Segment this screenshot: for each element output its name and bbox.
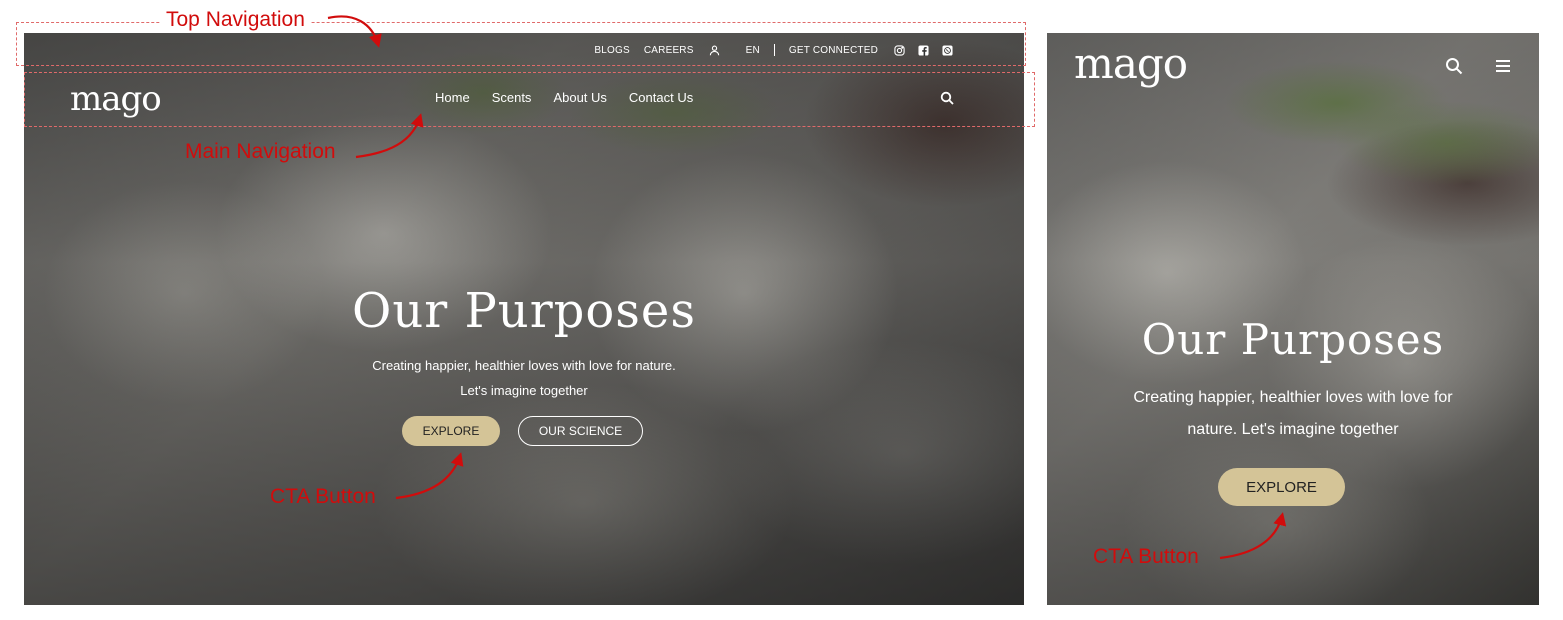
hamburger-menu-icon[interactable] [1495, 59, 1511, 73]
cta-button-label-mobile: CTA Button [1093, 545, 1199, 568]
cta-button-label-desktop: CTA Button [270, 485, 376, 508]
top-navigation-label: Top Navigation [160, 8, 311, 32]
hero-buttons: EXPLORE OUR SCIENCE [402, 416, 643, 446]
explore-button[interactable]: EXPLORE [1218, 468, 1345, 506]
brand-logo[interactable]: mago [1074, 39, 1188, 88]
explore-button[interactable]: EXPLORE [402, 416, 500, 446]
hero-section: Our Purposes Creating happier, healthier… [1047, 315, 1539, 446]
our-science-button[interactable]: OUR SCIENCE [518, 416, 643, 446]
hero-subtitle-line-1: Creating happier, healthier loves with l… [372, 358, 676, 373]
hero-section: Our Purposes Creating happier, healthier… [24, 283, 1024, 403]
hero-subtitle: Creating happier, healthier loves with l… [24, 353, 1024, 403]
main-navigation-outline [24, 72, 1035, 127]
hero-subtitle: Creating happier, healthier loves with l… [1133, 389, 1453, 438]
hero-title: Our Purposes [352, 283, 696, 339]
mobile-screenshot: mago Our Purposes Creating happier, heal… [1047, 33, 1539, 605]
hero-subtitle-line-2: Let's imagine together [460, 383, 588, 398]
search-icon[interactable] [1445, 57, 1463, 75]
hero-title: Our Purposes [1141, 315, 1445, 364]
main-navigation-label: Main Navigation [185, 140, 336, 163]
